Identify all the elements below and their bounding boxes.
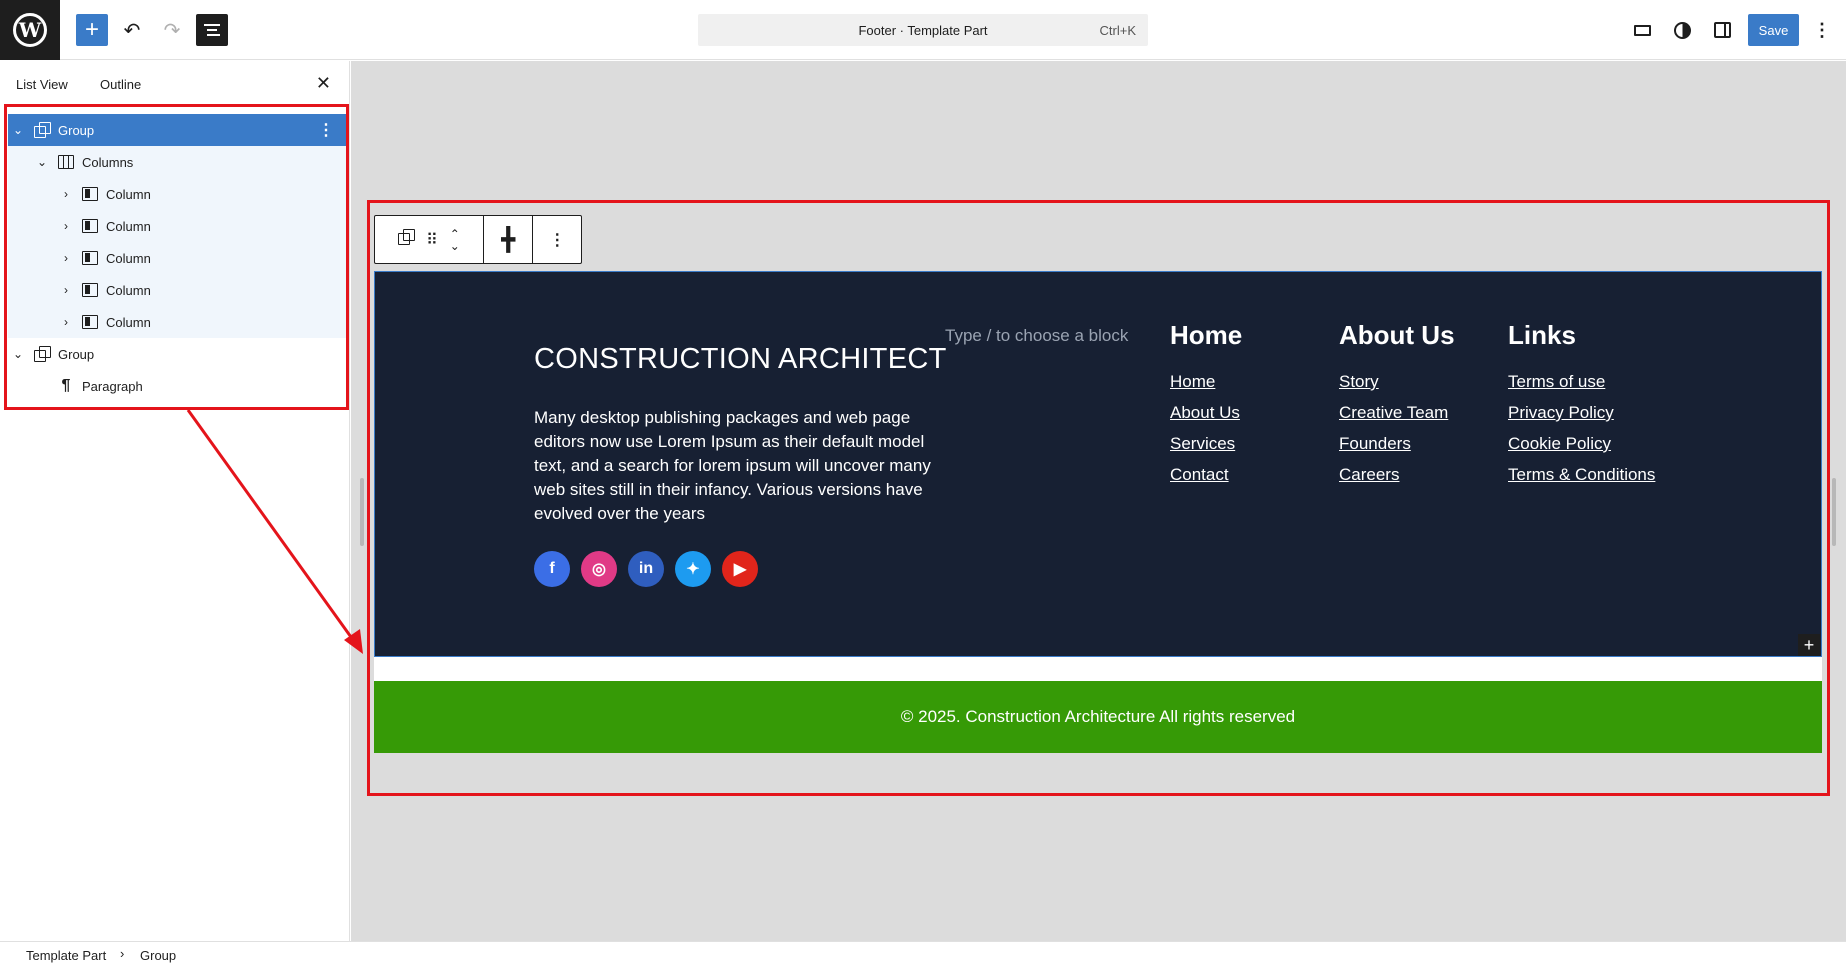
list-view-icon bbox=[204, 21, 220, 39]
annotation-highlight-list-view bbox=[4, 104, 349, 410]
wordpress-logo-mark: W bbox=[13, 13, 47, 47]
shortcut-hint: Ctrl+K bbox=[1099, 22, 1136, 38]
wordpress-logo-icon[interactable]: W bbox=[0, 0, 60, 60]
sidebar-panel-icon bbox=[1713, 22, 1731, 38]
desktop-icon bbox=[1633, 24, 1651, 36]
undo-icon: ↶ bbox=[123, 19, 141, 42]
resize-handle-right[interactable] bbox=[1832, 478, 1836, 546]
editor-header: W + ↶ ↷ Footer · Template Part Ctrl+K Sa… bbox=[0, 0, 1846, 60]
resize-handle-left[interactable] bbox=[360, 478, 364, 546]
chevron-right-icon: › bbox=[120, 946, 125, 961]
redo-button[interactable]: ↷ bbox=[156, 14, 188, 46]
half-circle-icon bbox=[1673, 21, 1691, 39]
vertical-ellipsis-icon: ⋮ bbox=[1813, 19, 1831, 40]
view-button[interactable] bbox=[1626, 14, 1658, 46]
sidebar-tabs: List View Outline ✕ bbox=[0, 61, 349, 109]
command-palette-bar[interactable]: Footer · Template Part Ctrl+K bbox=[698, 14, 1148, 46]
breadcrumb-item[interactable]: Template Part bbox=[26, 948, 106, 963]
tab-list-view[interactable]: List View bbox=[16, 77, 68, 92]
styles-button[interactable] bbox=[1666, 14, 1698, 46]
breadcrumb-item[interactable]: Group bbox=[140, 948, 176, 963]
close-icon[interactable]: ✕ bbox=[316, 73, 331, 94]
options-button[interactable]: ⋮ bbox=[1806, 14, 1838, 46]
annotation-highlight-canvas bbox=[367, 200, 1830, 796]
document-overview-button[interactable] bbox=[196, 14, 228, 46]
document-title: Footer · Template Part bbox=[858, 22, 988, 38]
save-button[interactable]: Save bbox=[1748, 14, 1799, 46]
redo-icon: ↷ bbox=[163, 19, 181, 42]
undo-button[interactable]: ↶ bbox=[116, 14, 148, 46]
settings-button[interactable] bbox=[1706, 14, 1738, 46]
block-breadcrumb: Template Part › Group bbox=[0, 941, 1846, 966]
tab-outline[interactable]: Outline bbox=[100, 77, 141, 92]
plus-icon: + bbox=[84, 16, 99, 43]
add-block-button[interactable]: + bbox=[76, 14, 108, 46]
